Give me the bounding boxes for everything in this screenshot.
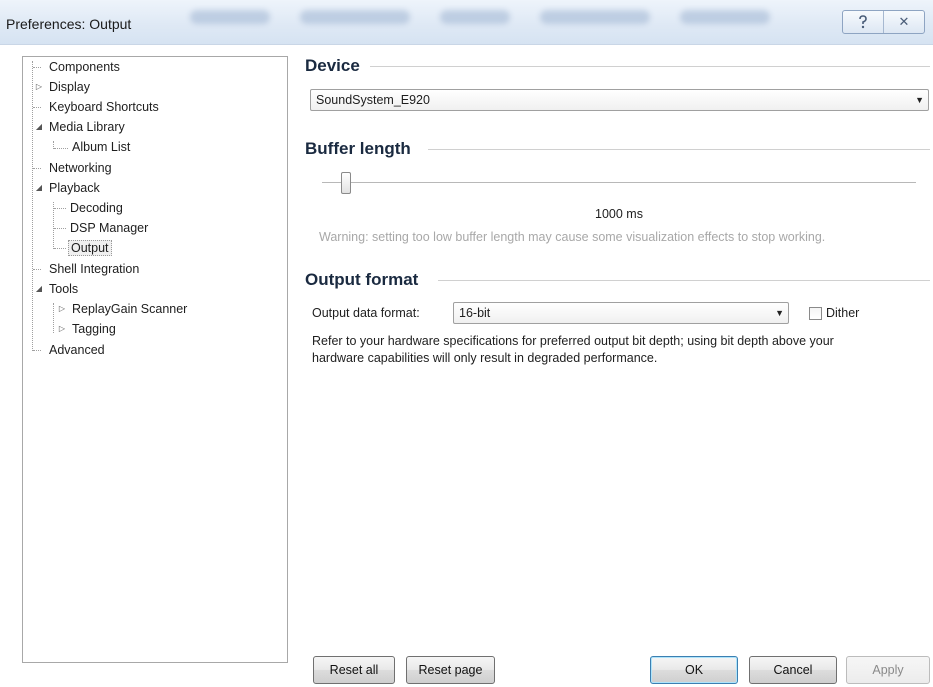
tree-item-display[interactable]: ▷ Display [36,77,92,97]
tree-connector [33,107,41,108]
tree-item-media-library[interactable]: ◢ Media Library [36,117,127,137]
cancel-button[interactable]: Cancel [749,656,837,684]
tree-item-dsp-manager[interactable]: DSP Manager [68,218,150,238]
tree-item-keyboard-shortcuts[interactable]: Keyboard Shortcuts [47,97,161,117]
tree-item-label: Output [68,240,112,256]
close-icon: ✕ [898,14,910,29]
tree-item-label: Decoding [70,201,123,215]
tree-connector [33,350,41,351]
output-format-section-title: Output format [305,270,419,289]
expand-arrow-icon[interactable]: ▷ [56,319,68,339]
section-divider [438,280,930,281]
help-icon [859,15,867,29]
tree-connector [53,303,54,333]
tree-item-label: Media Library [49,120,125,134]
tree-item-label: Shell Integration [49,262,140,276]
tree-connector [32,61,33,351]
expand-arrow-icon[interactable]: ▷ [56,299,68,319]
buffer-value: 1000 ms [595,207,643,221]
tree-connector [33,269,41,270]
device-dropdown-value: SoundSystem_E920 [316,93,430,107]
tree-item-label: Networking [49,161,112,175]
tree-item-tagging[interactable]: ▷ Tagging [59,319,118,339]
apply-button[interactable]: Apply [846,656,930,684]
tree-item-advanced[interactable]: Advanced [47,340,107,360]
tree-item-label: Album List [72,140,131,154]
tree-item-label: Tagging [72,322,116,336]
blurred-caption-artifact [300,10,410,24]
tree-item-tools[interactable]: ◢ Tools [36,279,80,299]
buffer-section-title: Buffer length [305,139,411,158]
tree-item-label: Advanced [49,343,105,357]
collapse-arrow-icon[interactable]: ◢ [33,279,45,299]
tree-item-label: Components [49,60,120,74]
tree-item-album-list[interactable]: Album List [70,137,132,157]
caption-buttons: ✕ [842,10,925,34]
blurred-caption-artifact [540,10,650,24]
tree-item-shell-integration[interactable]: Shell Integration [47,259,141,279]
tree-item-label: Keyboard Shortcuts [49,100,159,114]
blurred-caption-artifact [190,10,270,24]
tree-item-label: Playback [49,181,100,195]
output-format-dropdown-value: 16-bit [459,306,491,320]
tree-item-output[interactable]: Output [68,238,112,258]
dither-label[interactable]: Dither [826,306,859,320]
section-divider [428,149,930,150]
output-format-note-line2: hardware capabilities will only result i… [312,351,658,365]
tree-item-label: DSP Manager [70,221,149,235]
tree-item-components[interactable]: Components [47,57,122,77]
buffer-warning: Warning: setting too low buffer length m… [319,230,826,244]
window-title: Preferences: Output [6,16,132,32]
output-format-note-line1: Refer to your hardware specifications fo… [312,334,834,348]
tree-connector [54,248,66,249]
reset-page-button[interactable]: Reset page [406,656,495,684]
title-bar: Preferences: Output ✕ [0,0,933,45]
buffer-slider-track[interactable] [322,182,916,184]
tree-item-networking[interactable]: Networking [47,158,114,178]
section-divider [370,66,930,67]
close-button[interactable]: ✕ [883,11,924,33]
tree-item-replaygain-scanner[interactable]: ▷ ReplayGain Scanner [59,299,189,319]
dither-checkbox[interactable] [809,307,822,320]
blurred-caption-artifact [680,10,770,24]
tree-item-label: Display [49,80,90,94]
preferences-tree[interactable]: Components ▷ Display Keyboard Shortcuts … [22,56,288,663]
collapse-arrow-icon[interactable]: ◢ [33,178,45,198]
tree-connector [54,148,68,149]
tree-item-decoding[interactable]: Decoding [68,198,125,218]
tree-connector [33,67,41,68]
buffer-slider-thumb[interactable] [341,172,351,194]
tree-item-label: ReplayGain Scanner [72,302,188,316]
dropdown-arrow-icon: ▼ [775,308,784,318]
blurred-caption-artifact [440,10,510,24]
tree-connector [33,168,41,169]
tree-connector [54,208,66,209]
tree-connector [54,228,66,229]
device-dropdown[interactable]: SoundSystem_E920 ▼ [310,89,929,111]
output-format-label: Output data format: [312,306,420,320]
help-button[interactable] [843,11,883,33]
tree-item-playback[interactable]: ◢ Playback [36,178,102,198]
collapse-arrow-icon[interactable]: ◢ [33,117,45,137]
device-section-title: Device [305,56,360,75]
expand-arrow-icon[interactable]: ▷ [33,77,45,97]
tree-item-label: Tools [49,282,79,296]
reset-all-button[interactable]: Reset all [313,656,395,684]
tree-connector [53,202,54,249]
output-format-dropdown[interactable]: 16-bit ▼ [453,302,789,324]
ok-button[interactable]: OK [650,656,738,684]
dropdown-arrow-icon: ▼ [915,95,924,105]
